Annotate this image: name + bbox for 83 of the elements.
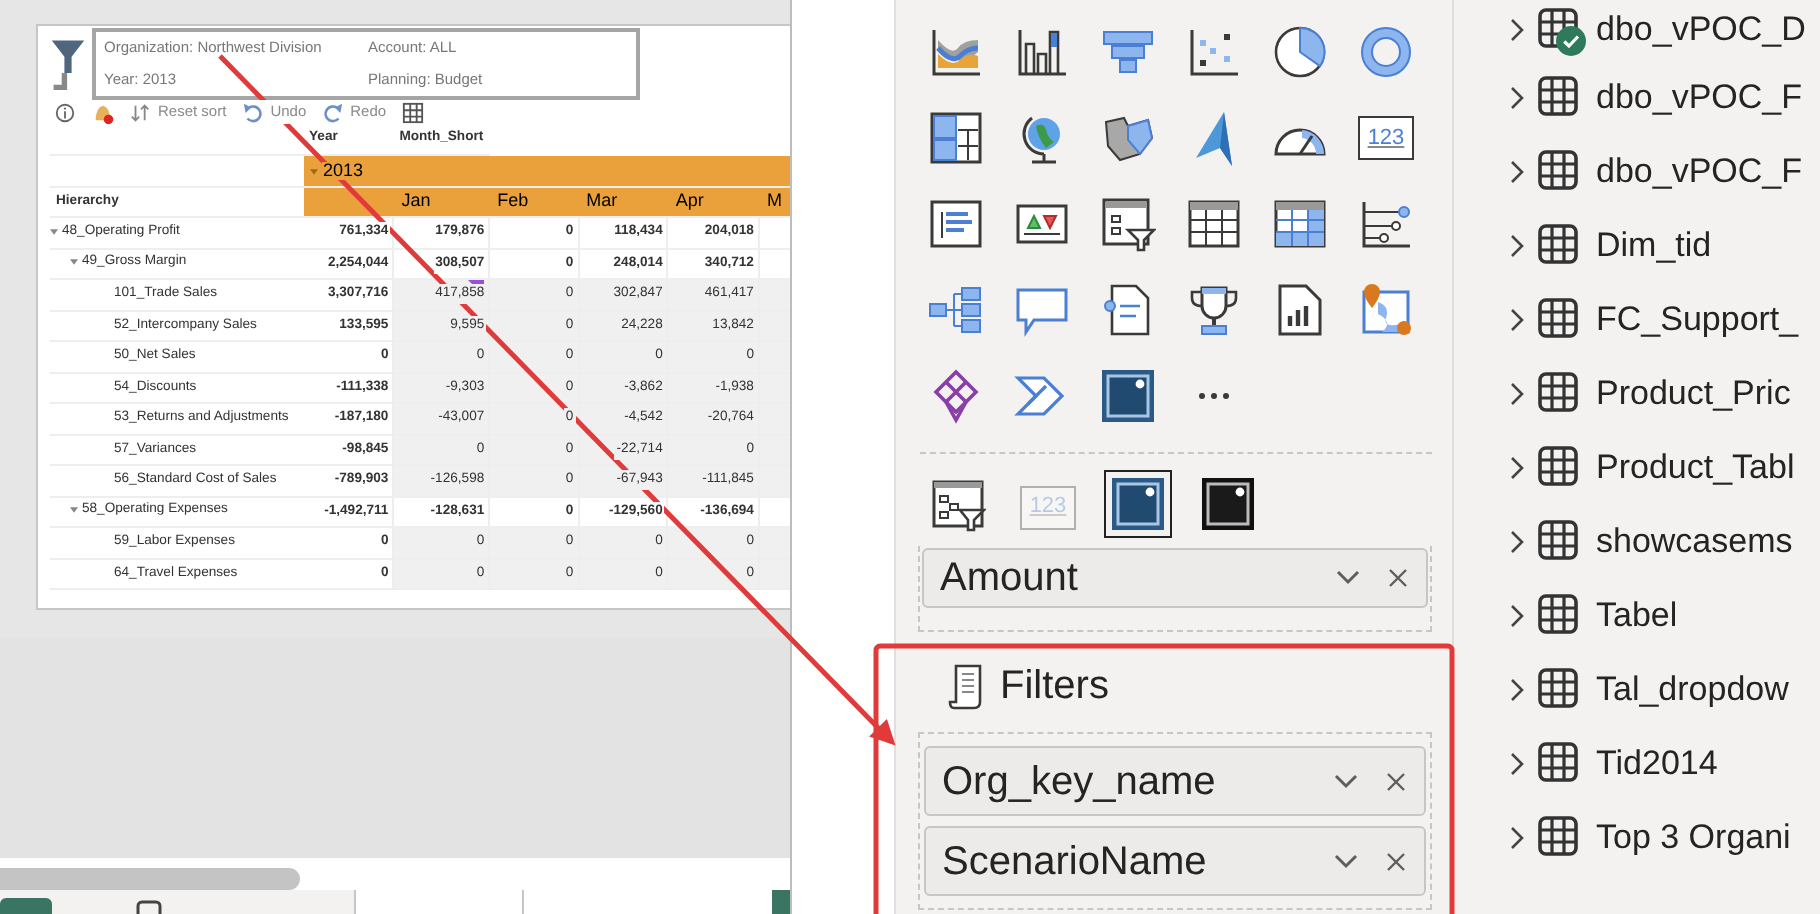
matrix-icon[interactable] [1272, 196, 1328, 252]
table-icon [1538, 8, 1578, 48]
table-icon [1538, 445, 1578, 485]
chevron-right-icon[interactable] [1508, 233, 1524, 257]
table-icon [1538, 815, 1578, 855]
chevron-right-icon[interactable] [1508, 159, 1524, 183]
trophy-icon[interactable] [1186, 282, 1242, 338]
table-icon [1538, 741, 1578, 781]
table-icon [1538, 519, 1578, 559]
table-icon [1538, 593, 1578, 633]
table-item[interactable]: dbo_vPOC_F [1508, 134, 1820, 208]
hierarchy-tree-icon[interactable] [928, 282, 984, 338]
table-item[interactable]: Tid2014 [1508, 726, 1820, 800]
pie-chart-icon[interactable] [1272, 24, 1328, 80]
slicer-grid-icon[interactable] [930, 476, 986, 532]
chevron-down-icon[interactable] [1334, 849, 1358, 873]
grid-icon[interactable] [402, 101, 425, 123]
diamond-icon[interactable] [928, 368, 984, 424]
table-item[interactable]: Tal_dropdow [1508, 652, 1820, 726]
chevron-right-icon[interactable] [1508, 455, 1524, 479]
table-icon [1538, 667, 1578, 707]
undo-icon [242, 101, 265, 123]
square-tile-icon[interactable] [1100, 368, 1156, 424]
table-item[interactable]: Top 3 Organi [1508, 800, 1820, 874]
table-icon[interactable] [1186, 196, 1242, 252]
chevron-right-icon[interactable] [1508, 18, 1524, 42]
column-header: Feb [495, 190, 531, 211]
table-icon [1538, 75, 1578, 115]
scroll-icon [948, 662, 984, 710]
scatter-chart-icon[interactable] [1186, 24, 1242, 80]
chevron-down-icon[interactable] [1336, 566, 1360, 590]
collapse-icon[interactable] [70, 506, 78, 515]
column-header: Mar [584, 190, 620, 211]
table-item[interactable]: showcasems [1508, 504, 1820, 578]
column-header: M [764, 190, 784, 211]
table-item[interactable]: dbo_vPOC_D [1508, 0, 1820, 60]
table-icon [1538, 149, 1578, 189]
table-icon [1538, 371, 1578, 411]
treemap-icon[interactable] [928, 110, 984, 166]
pin-map-icon[interactable] [1358, 282, 1414, 338]
table-item[interactable]: dbo_vPOC_F [1508, 60, 1820, 134]
chevron-right-icon[interactable] [1508, 85, 1524, 109]
column-header: Jan [399, 190, 433, 211]
donut-chart-icon[interactable] [1358, 24, 1414, 80]
field-pill[interactable]: ScenarioName [924, 826, 1426, 896]
chevron-right-icon[interactable] [1508, 529, 1524, 553]
list-icon[interactable] [928, 196, 984, 252]
column-header: Apr [673, 190, 706, 211]
table-item[interactable]: Product_Tabl [1508, 430, 1820, 504]
square-tile-icon[interactable] [1200, 476, 1256, 532]
field-pill[interactable]: Org_key_name [924, 746, 1426, 816]
key-influencers-icon[interactable] [1358, 196, 1414, 252]
close-icon[interactable] [1384, 849, 1408, 873]
collapse-icon[interactable] [70, 258, 78, 267]
table-icon [1538, 297, 1578, 337]
number-card-icon[interactable]: 123 [1358, 116, 1414, 160]
column-chart-icon[interactable] [1014, 24, 1070, 80]
year-header: 2013 [321, 162, 366, 180]
close-icon[interactable] [1386, 566, 1410, 590]
chevron-right-icon[interactable] [1508, 677, 1524, 701]
bell-icon[interactable] [92, 101, 114, 123]
collapse-icon[interactable] [50, 227, 58, 236]
ribbon-chart-icon[interactable] [928, 24, 984, 80]
sort-icon [130, 101, 152, 123]
chevron-right-icon[interactable] [1508, 381, 1524, 405]
chevron-down-icon[interactable] [1334, 769, 1358, 793]
section-title: Filters [1000, 662, 1109, 712]
square-tile-icon[interactable] [1110, 476, 1166, 532]
info-icon[interactable] [54, 101, 76, 123]
chevron-right-icon[interactable] [1508, 603, 1524, 627]
chevron-right-icon[interactable] [1508, 825, 1524, 849]
table-item[interactable]: Tabel [1508, 578, 1820, 652]
table-icon [1538, 223, 1578, 263]
chevron-right-icon[interactable] [1508, 307, 1524, 331]
chevron-right-icon[interactable] [1508, 751, 1524, 775]
field-pill[interactable]: Amount [922, 548, 1428, 608]
slicer-icon[interactable] [1100, 196, 1156, 252]
filter-icon [50, 36, 86, 92]
redo-icon [322, 101, 345, 123]
table-item[interactable]: FC_Support_ [1508, 282, 1820, 356]
close-icon[interactable] [1384, 769, 1408, 793]
table-item[interactable]: Dim_tid [1508, 208, 1820, 282]
table-item[interactable]: Product_Pric [1508, 356, 1820, 430]
